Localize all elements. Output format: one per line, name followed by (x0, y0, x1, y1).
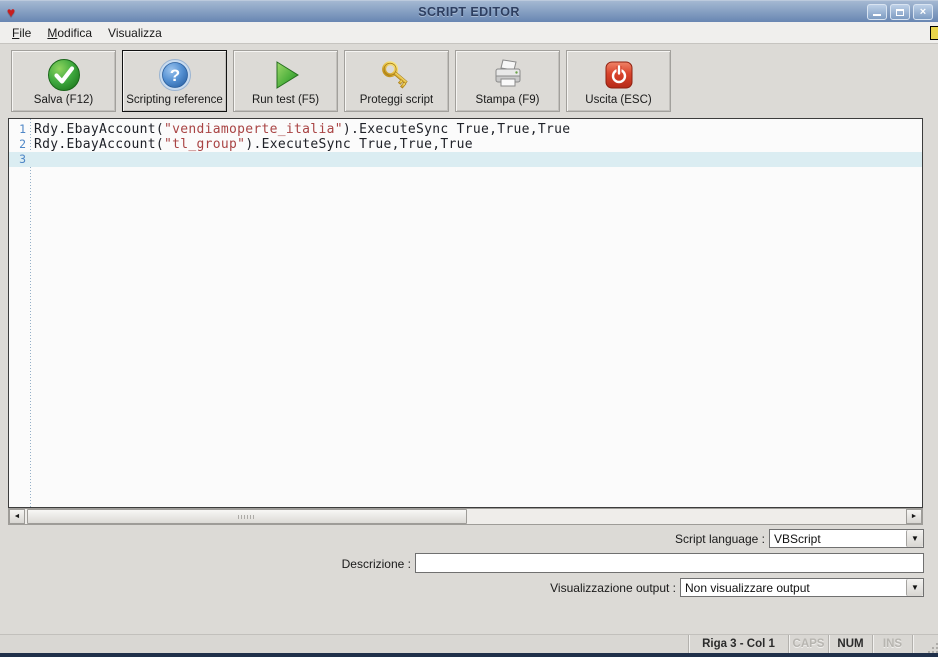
statusbar: Riga 3 - Col 1 CAPS NUM INS (0, 634, 938, 653)
chevron-down-icon[interactable]: ▼ (906, 530, 923, 547)
scripting-reference-button[interactable]: ? Scripting reference (122, 50, 227, 112)
script-editor-window: ♥ SCRIPT EDITOR × File Modifica Visualiz… (0, 0, 938, 657)
script-language-label: Script language : (674, 532, 765, 546)
scroll-right-icon: ► (910, 513, 918, 520)
line-number: 1 (19, 122, 26, 136)
script-language-value: VBScript (774, 531, 821, 546)
scroll-left-button[interactable]: ◄ (9, 509, 25, 524)
code-line[interactable]: 3 (9, 152, 922, 167)
code-segment-code: Rdy.EbayAccount( (34, 122, 165, 137)
line-number: 3 (19, 152, 26, 166)
resize-grip-icon (932, 647, 934, 649)
clipped-edge-icon (930, 26, 938, 40)
output-visualization-value: Non visualizzare output (685, 580, 810, 595)
minimize-icon (873, 14, 881, 16)
script-language-select[interactable]: VBScript ▼ (769, 529, 924, 548)
toolbar-button-label: Stampa (F9) (475, 94, 540, 106)
protect-script-button[interactable]: Proteggi script (344, 50, 449, 112)
exit-button[interactable]: Uscita (ESC) (566, 50, 671, 112)
blue-question-icon: ? (158, 56, 192, 94)
save-button[interactable]: Salva (F12) (11, 50, 116, 112)
menu-modifica[interactable]: Modifica (39, 24, 100, 42)
scroll-left-icon: ◄ (13, 513, 21, 520)
cursor-position: Riga 3 - Col 1 (688, 635, 788, 653)
code-line[interactable]: 1 Rdy.EbayAccount("vendiamoperte_italia")… (9, 122, 922, 137)
description-input[interactable] (415, 553, 924, 573)
toolbar-button-label: Scripting reference (126, 94, 223, 106)
code-segment-string: "tl_group" (164, 137, 246, 152)
line-text (30, 152, 34, 167)
output-visualization-select[interactable]: Non visualizzare output ▼ (680, 578, 924, 597)
scroll-right-button[interactable]: ► (906, 509, 922, 524)
maximize-button[interactable] (890, 4, 910, 20)
code-editor[interactable]: 1 Rdy.EbayAccount("vendiamoperte_italia")… (8, 118, 923, 508)
toolbar: Salva (F12) ? Scripting reference Run te… (0, 44, 938, 118)
printer-icon (489, 56, 527, 94)
window-title: SCRIPT EDITOR (418, 4, 520, 19)
code-segment-code: ).ExecuteSync True,True,True (342, 122, 571, 137)
caps-indicator: CAPS (788, 635, 828, 653)
menubar: File Modifica Visualizza (0, 22, 938, 44)
titlebar[interactable]: ♥ SCRIPT EDITOR × (0, 0, 938, 22)
ins-indicator: INS (872, 635, 912, 653)
green-play-icon (270, 56, 302, 94)
print-button[interactable]: Stampa (F9) (455, 50, 560, 112)
code-segment-string: "vendiamoperte_italia" (164, 122, 343, 137)
description-label: Descrizione : (341, 557, 411, 571)
close-icon: × (919, 5, 927, 18)
chevron-down-icon[interactable]: ▼ (906, 579, 923, 596)
close-button[interactable]: × (913, 4, 933, 20)
run-test-button[interactable]: Run test (F5) (233, 50, 338, 112)
resize-grip[interactable] (912, 635, 938, 653)
toolbar-button-label: Run test (F5) (251, 94, 320, 106)
toolbar-button-label: Salva (F12) (33, 94, 94, 106)
num-indicator: NUM (828, 635, 872, 653)
menu-file[interactable]: File (4, 24, 39, 42)
horizontal-scrollbar[interactable]: ◄ ► (8, 508, 923, 525)
scrollbar-track[interactable] (25, 509, 906, 524)
code-line[interactable]: 2 Rdy.EbayAccount("tl_group").ExecuteSync… (9, 137, 922, 152)
toolbar-button-label: Uscita (ESC) (585, 94, 652, 106)
code-segment-code: Rdy.EbayAccount( (34, 137, 165, 152)
red-power-icon (604, 56, 634, 94)
green-check-icon (47, 56, 81, 94)
svg-text:?: ? (169, 66, 179, 85)
line-text: Rdy.EbayAccount("vendiamoperte_italia").… (30, 122, 570, 137)
code-lines: 1 Rdy.EbayAccount("vendiamoperte_italia")… (9, 119, 922, 167)
scrollbar-thumb[interactable] (27, 509, 467, 524)
minimize-button[interactable] (867, 4, 887, 20)
code-segment-code: ).ExecuteSync True,True,True (245, 137, 473, 152)
gold-key-icon (379, 56, 415, 94)
output-visualization-label: Visualizzazione output : (550, 581, 676, 595)
scrollbar-grip-icon (238, 514, 256, 519)
line-text: Rdy.EbayAccount("tl_group").ExecuteSync … (30, 137, 473, 152)
maximize-icon (896, 8, 904, 16)
statusbar-main-panel (0, 635, 688, 653)
line-number: 2 (19, 137, 26, 151)
menu-visualizza[interactable]: Visualizza (100, 24, 170, 42)
toolbar-button-label: Proteggi script (359, 94, 434, 106)
window-controls: × (867, 4, 933, 20)
window-bottom-edge (0, 653, 938, 657)
